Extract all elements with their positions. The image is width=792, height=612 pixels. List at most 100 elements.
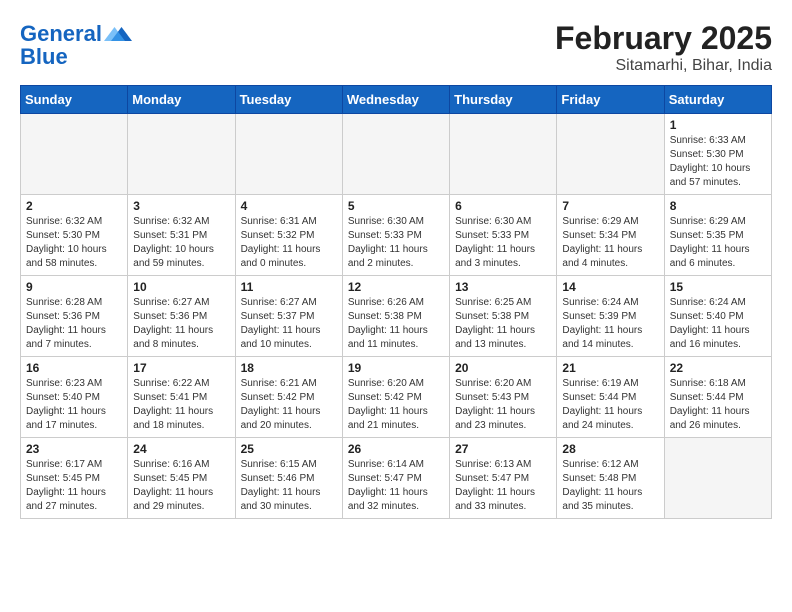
calendar-day-cell: 23Sunrise: 6:17 AM Sunset: 5:45 PM Dayli… — [21, 438, 128, 519]
day-number: 27 — [455, 442, 551, 456]
calendar-day-cell: 15 Sunrise: 6:24 AM Sunset: 5:40 PM Dayli… — [664, 276, 771, 357]
logo-text: General — [20, 22, 102, 46]
day-info: Sunrise: 6:28 AM Sunset: 5:36 PM Dayligh… — [26, 296, 122, 352]
day-number: 10 — [133, 280, 229, 294]
calendar-day-cell: 11Sunrise: 6:27 AM Sunset: 5:37 PM Dayli… — [235, 276, 342, 357]
day-number: 17 — [133, 361, 229, 375]
day-number: 4 — [241, 199, 337, 213]
day-number: 20 — [455, 361, 551, 375]
day-info: Sunrise: 6:18 AM Sunset: 5:44 PM Dayligh… — [670, 377, 766, 433]
day-number: 14 — [562, 280, 658, 294]
calendar-day-cell: 8 Sunrise: 6:29 AM Sunset: 5:35 PM Daylig… — [664, 195, 771, 276]
calendar-day-cell: 7 Sunrise: 6:29 AM Sunset: 5:34 PM Daylig… — [557, 195, 664, 276]
day-info: Sunrise: 6:33 AM Sunset: 5:30 PM Dayligh… — [670, 134, 766, 190]
title-block: February 2025 Sitamarhi, Bihar, India — [555, 20, 772, 75]
weekday-header-tuesday: Tuesday — [235, 86, 342, 114]
day-info: Sunrise: 6:32 AM Sunset: 5:31 PM Dayligh… — [133, 215, 229, 271]
logo-icon — [104, 20, 132, 48]
calendar-week-row: 2Sunrise: 6:32 AM Sunset: 5:30 PM Daylig… — [21, 195, 772, 276]
day-number: 12 — [348, 280, 444, 294]
day-number: 3 — [133, 199, 229, 213]
day-info: Sunrise: 6:12 AM Sunset: 5:48 PM Dayligh… — [562, 458, 658, 514]
day-info: Sunrise: 6:21 AM Sunset: 5:42 PM Dayligh… — [241, 377, 337, 433]
day-number: 13 — [455, 280, 551, 294]
day-info: Sunrise: 6:30 AM Sunset: 5:33 PM Dayligh… — [455, 215, 551, 271]
calendar-day-cell: 12 Sunrise: 6:26 AM Sunset: 5:38 PM Dayli… — [342, 276, 449, 357]
calendar-day-cell: 13 Sunrise: 6:25 AM Sunset: 5:38 PM Dayli… — [450, 276, 557, 357]
day-number: 28 — [562, 442, 658, 456]
calendar-day-cell: 3 Sunrise: 6:32 AM Sunset: 5:31 PM Daylig… — [128, 195, 235, 276]
weekday-header-thursday: Thursday — [450, 86, 557, 114]
calendar-day-cell: 19 Sunrise: 6:20 AM Sunset: 5:42 PM Dayli… — [342, 357, 449, 438]
weekday-header-saturday: Saturday — [664, 86, 771, 114]
day-number: 23 — [26, 442, 122, 456]
day-info: Sunrise: 6:32 AM Sunset: 5:30 PM Dayligh… — [26, 215, 122, 271]
calendar-day-cell: 2Sunrise: 6:32 AM Sunset: 5:30 PM Daylig… — [21, 195, 128, 276]
calendar-day-cell — [664, 438, 771, 519]
day-number: 18 — [241, 361, 337, 375]
calendar-day-cell: 5 Sunrise: 6:30 AM Sunset: 5:33 PM Daylig… — [342, 195, 449, 276]
day-info: Sunrise: 6:19 AM Sunset: 5:44 PM Dayligh… — [562, 377, 658, 433]
calendar-day-cell: 6Sunrise: 6:30 AM Sunset: 5:33 PM Daylig… — [450, 195, 557, 276]
day-info: Sunrise: 6:26 AM Sunset: 5:38 PM Dayligh… — [348, 296, 444, 352]
calendar-day-cell: 26 Sunrise: 6:14 AM Sunset: 5:47 PM Dayli… — [342, 438, 449, 519]
calendar-day-cell: 21 Sunrise: 6:19 AM Sunset: 5:44 PM Dayli… — [557, 357, 664, 438]
day-info: Sunrise: 6:30 AM Sunset: 5:33 PM Dayligh… — [348, 215, 444, 271]
day-info: Sunrise: 6:20 AM Sunset: 5:42 PM Dayligh… — [348, 377, 444, 433]
day-info: Sunrise: 6:29 AM Sunset: 5:35 PM Dayligh… — [670, 215, 766, 271]
day-number: 16 — [26, 361, 122, 375]
calendar-day-cell: 4 Sunrise: 6:31 AM Sunset: 5:32 PM Daylig… — [235, 195, 342, 276]
day-number: 9 — [26, 280, 122, 294]
calendar-day-cell: 25 Sunrise: 6:15 AM Sunset: 5:46 PM Dayli… — [235, 438, 342, 519]
day-number: 11 — [241, 280, 337, 294]
calendar-day-cell: 22 Sunrise: 6:18 AM Sunset: 5:44 PM Dayli… — [664, 357, 771, 438]
weekday-header-monday: Monday — [128, 86, 235, 114]
page-header: General Blue February 2025 Sitamarhi, Bi… — [20, 20, 772, 75]
month-year: February 2025 — [555, 20, 772, 57]
day-info: Sunrise: 6:27 AM Sunset: 5:36 PM Dayligh… — [133, 296, 229, 352]
day-info: Sunrise: 6:15 AM Sunset: 5:46 PM Dayligh… — [241, 458, 337, 514]
day-info: Sunrise: 6:24 AM Sunset: 5:40 PM Dayligh… — [670, 296, 766, 352]
day-number: 22 — [670, 361, 766, 375]
weekday-header-sunday: Sunday — [21, 86, 128, 114]
calendar-day-cell: 10 Sunrise: 6:27 AM Sunset: 5:36 PM Dayli… — [128, 276, 235, 357]
calendar-day-cell — [557, 114, 664, 195]
day-info: Sunrise: 6:22 AM Sunset: 5:41 PM Dayligh… — [133, 377, 229, 433]
calendar-day-cell: 28 Sunrise: 6:12 AM Sunset: 5:48 PM Dayli… — [557, 438, 664, 519]
day-info: Sunrise: 6:31 AM Sunset: 5:32 PM Dayligh… — [241, 215, 337, 271]
calendar-week-row: 9 Sunrise: 6:28 AM Sunset: 5:36 PM Daylig… — [21, 276, 772, 357]
day-info: Sunrise: 6:16 AM Sunset: 5:45 PM Dayligh… — [133, 458, 229, 514]
day-number: 24 — [133, 442, 229, 456]
calendar-day-cell: 18 Sunrise: 6:21 AM Sunset: 5:42 PM Dayli… — [235, 357, 342, 438]
day-number: 1 — [670, 118, 766, 132]
calendar-day-cell — [235, 114, 342, 195]
day-info: Sunrise: 6:29 AM Sunset: 5:34 PM Dayligh… — [562, 215, 658, 271]
day-info: Sunrise: 6:20 AM Sunset: 5:43 PM Dayligh… — [455, 377, 551, 433]
calendar-day-cell — [450, 114, 557, 195]
day-info: Sunrise: 6:13 AM Sunset: 5:47 PM Dayligh… — [455, 458, 551, 514]
calendar-day-cell: 20 Sunrise: 6:20 AM Sunset: 5:43 PM Dayli… — [450, 357, 557, 438]
day-number: 8 — [670, 199, 766, 213]
day-number: 7 — [562, 199, 658, 213]
weekday-header-row: SundayMondayTuesdayWednesdayThursdayFrid… — [21, 86, 772, 114]
day-number: 5 — [348, 199, 444, 213]
day-number: 25 — [241, 442, 337, 456]
calendar-day-cell: 24 Sunrise: 6:16 AM Sunset: 5:45 PM Dayli… — [128, 438, 235, 519]
day-number: 15 — [670, 280, 766, 294]
calendar-day-cell — [342, 114, 449, 195]
calendar-day-cell: 27 Sunrise: 6:13 AM Sunset: 5:47 PM Dayli… — [450, 438, 557, 519]
day-info: Sunrise: 6:24 AM Sunset: 5:39 PM Dayligh… — [562, 296, 658, 352]
logo: General Blue — [20, 20, 132, 70]
location: Sitamarhi, Bihar, India — [555, 57, 772, 75]
calendar-day-cell: 17 Sunrise: 6:22 AM Sunset: 5:41 PM Dayli… — [128, 357, 235, 438]
calendar-day-cell — [21, 114, 128, 195]
day-number: 19 — [348, 361, 444, 375]
day-info: Sunrise: 6:23 AM Sunset: 5:40 PM Dayligh… — [26, 377, 122, 433]
calendar-day-cell: 1 Sunrise: 6:33 AM Sunset: 5:30 PM Daylig… — [664, 114, 771, 195]
day-number: 26 — [348, 442, 444, 456]
calendar-day-cell — [128, 114, 235, 195]
day-info: Sunrise: 6:14 AM Sunset: 5:47 PM Dayligh… — [348, 458, 444, 514]
day-number: 21 — [562, 361, 658, 375]
day-info: Sunrise: 6:25 AM Sunset: 5:38 PM Dayligh… — [455, 296, 551, 352]
calendar-week-row: 23Sunrise: 6:17 AM Sunset: 5:45 PM Dayli… — [21, 438, 772, 519]
